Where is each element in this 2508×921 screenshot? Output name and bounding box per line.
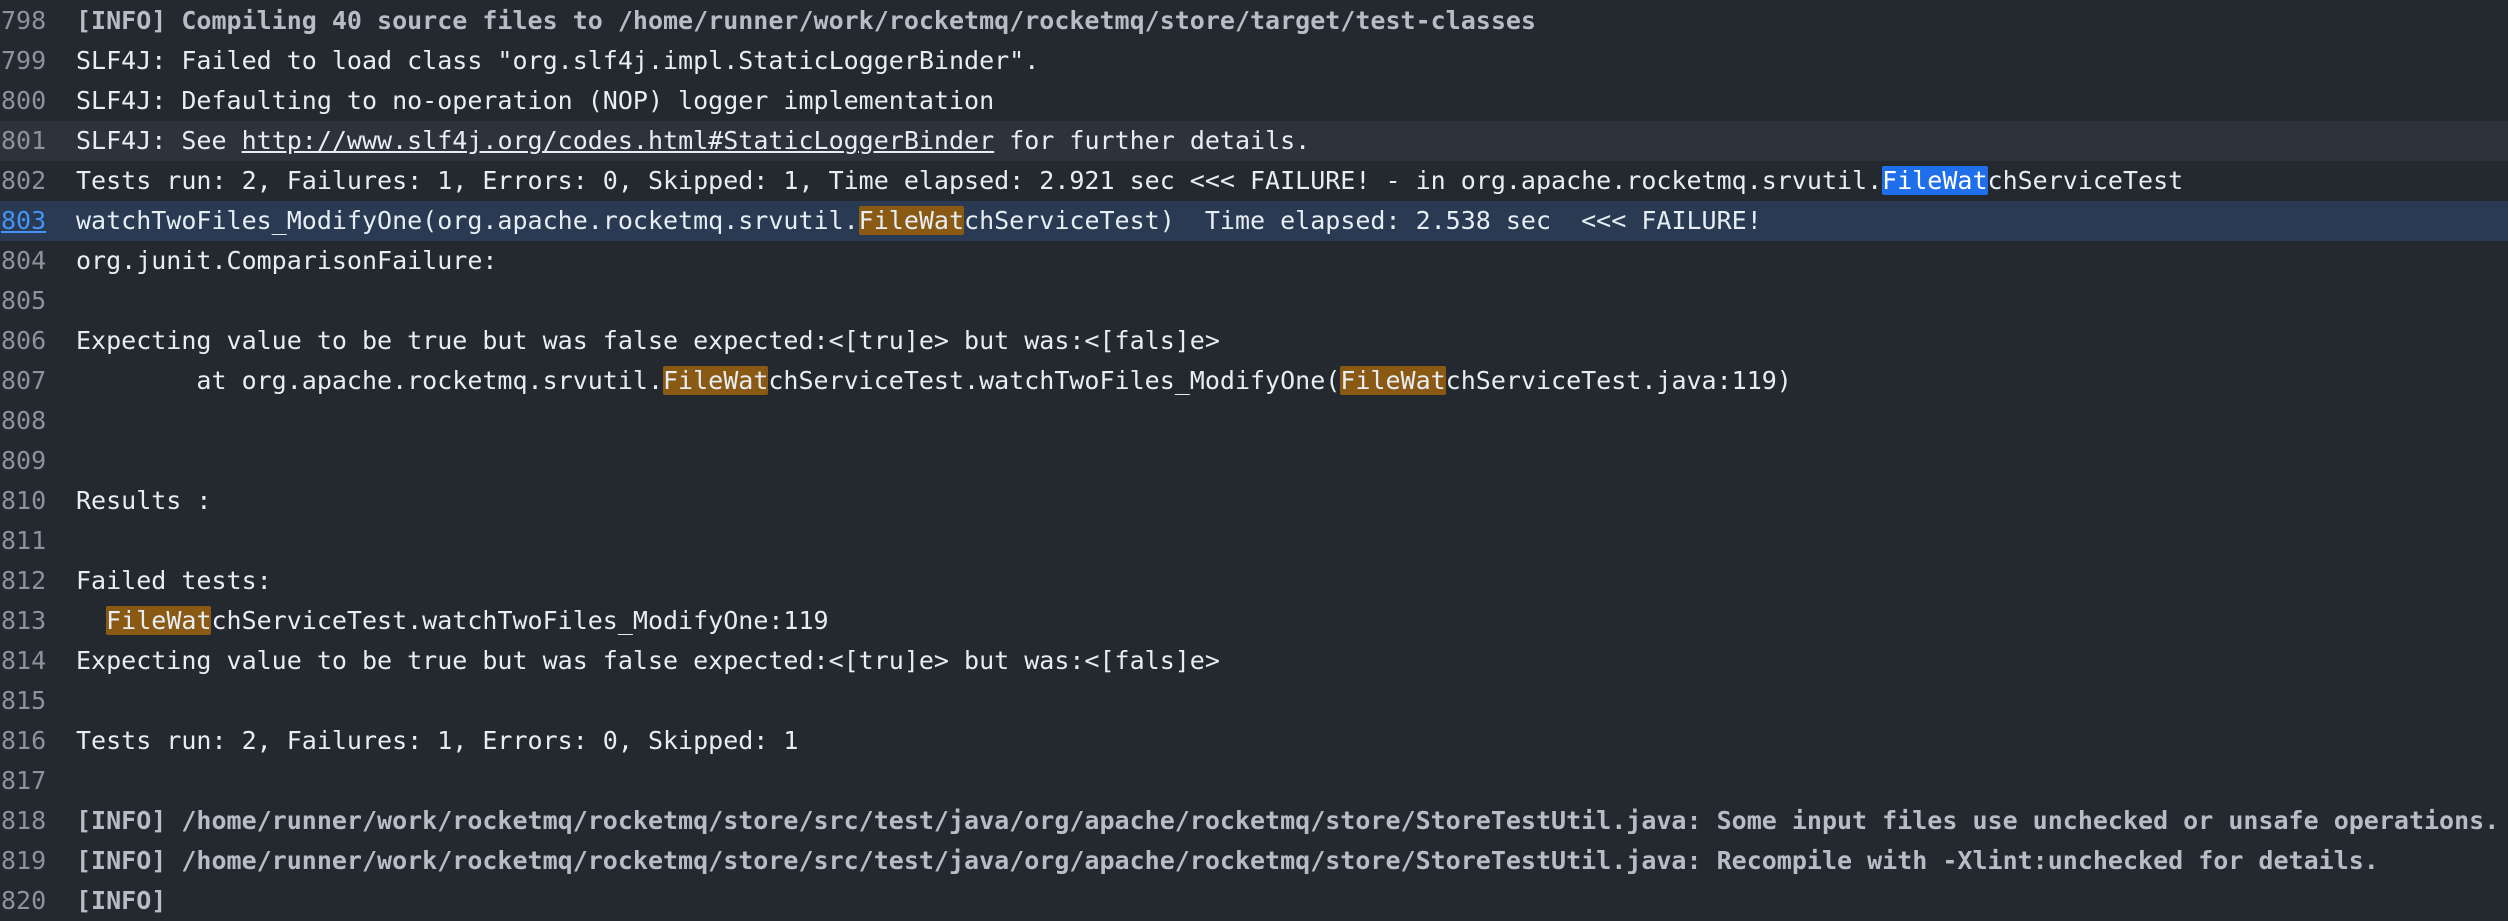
- log-line[interactable]: 817: [0, 761, 2508, 801]
- log-line[interactable]: 809: [0, 441, 2508, 481]
- log-line[interactable]: 802 Tests run: 2, Failures: 1, Errors: 0,…: [0, 161, 2508, 201]
- log-line-text: Results :: [76, 481, 2508, 521]
- log-line[interactable]: 799 SLF4J: Failed to load class "org.slf4…: [0, 41, 2508, 81]
- log-line[interactable]: 811: [0, 521, 2508, 561]
- line-number-link[interactable]: 809: [0, 441, 47, 481]
- log-line-text: SLF4J: See http://www.slf4j.org/codes.ht…: [76, 121, 2508, 161]
- log-text-segment: chServiceTest) Time elapsed: 2.538 sec <…: [964, 206, 1762, 235]
- log-line[interactable]: 814 Expecting value to be true but was fa…: [0, 641, 2508, 681]
- line-number-link[interactable]: 801: [0, 121, 47, 161]
- line-number-link[interactable]: 814: [0, 641, 47, 681]
- line-number-link[interactable]: 800: [0, 81, 47, 121]
- build-log-viewer: 798 [INFO] Compiling 40 source files to /…: [0, 1, 2508, 921]
- log-text-segment: chServiceTest.watchTwoFiles_ModifyOne(: [768, 366, 1341, 395]
- log-text-segment: Tests run: 2, Failures: 1, Errors: 0, Sk…: [76, 726, 799, 755]
- log-line[interactable]: 801 SLF4J: See http://www.slf4j.org/codes…: [0, 121, 2508, 161]
- log-text-segment: [76, 606, 106, 635]
- log-line-text: [INFO] /home/runner/work/rocketmq/rocket…: [76, 801, 2508, 841]
- log-line-text: watchTwoFiles_ModifyOne(org.apache.rocke…: [76, 201, 2508, 241]
- line-number-link[interactable]: 808: [0, 401, 47, 441]
- log-line[interactable]: 800 SLF4J: Defaulting to no-operation (NO…: [0, 81, 2508, 121]
- search-match: FileWat: [1340, 366, 1446, 395]
- log-line[interactable]: 806 Expecting value to be true but was fa…: [0, 321, 2508, 361]
- line-number-link[interactable]: 804: [0, 241, 47, 281]
- log-line-text: Tests run: 2, Failures: 1, Errors: 0, Sk…: [76, 161, 2508, 201]
- log-line[interactable]: 803 watchTwoFiles_ModifyOne(org.apache.ro…: [0, 201, 2508, 241]
- log-text-segment: chServiceTest.java:119): [1445, 366, 1792, 395]
- log-text-segment: SLF4J: Failed to load class "org.slf4j.i…: [76, 46, 1040, 75]
- current-search-match: FileWat: [1882, 166, 1988, 195]
- line-number-link[interactable]: 798: [0, 1, 47, 41]
- log-line-text: Expecting value to be true but was false…: [76, 641, 2508, 681]
- log-line-text: Expecting value to be true but was false…: [76, 321, 2508, 361]
- line-number-link[interactable]: 812: [0, 561, 47, 601]
- line-number-link[interactable]: 799: [0, 41, 47, 81]
- log-text-segment: Failed tests:: [76, 566, 272, 595]
- log-line-text: [INFO] Compiling 40 source files to /hom…: [76, 1, 2508, 41]
- log-line[interactable]: 804 org.junit.ComparisonFailure:: [0, 241, 2508, 281]
- log-text-segment: SLF4J: See: [76, 126, 242, 155]
- log-line[interactable]: 813 FileWatchServiceTest.watchTwoFiles_M…: [0, 601, 2508, 641]
- log-text-segment: [INFO] /home/runner/work/rocketmq/rocket…: [76, 806, 2500, 835]
- log-line[interactable]: 820 [INFO]: [0, 881, 2508, 921]
- log-url-link[interactable]: http://www.slf4j.org/codes.html#StaticLo…: [242, 126, 995, 155]
- log-text-segment: Tests run: 2, Failures: 1, Errors: 0, Sk…: [76, 166, 1883, 195]
- log-line-text: [INFO]: [76, 881, 2508, 921]
- log-line[interactable]: 805: [0, 281, 2508, 321]
- log-text-segment: chServiceTest: [1987, 166, 2184, 195]
- log-text-segment: for further details.: [994, 126, 1311, 155]
- log-line[interactable]: 807 at org.apache.rocketmq.srvutil.FileW…: [0, 361, 2508, 401]
- line-number-link[interactable]: 820: [0, 881, 47, 921]
- line-number-link[interactable]: 805: [0, 281, 47, 321]
- line-number-link[interactable]: 818: [0, 801, 47, 841]
- log-line[interactable]: 819 [INFO] /home/runner/work/rocketmq/roc…: [0, 841, 2508, 881]
- log-line[interactable]: 815: [0, 681, 2508, 721]
- log-line-text: [INFO] /home/runner/work/rocketmq/rocket…: [76, 841, 2508, 881]
- log-text-segment: Expecting value to be true but was false…: [76, 326, 1220, 355]
- search-match: FileWat: [106, 606, 212, 635]
- line-number-link[interactable]: 806: [0, 321, 47, 361]
- search-match: FileWat: [858, 206, 965, 235]
- log-text-segment: watchTwoFiles_ModifyOne(org.apache.rocke…: [76, 206, 859, 235]
- log-line[interactable]: 816 Tests run: 2, Failures: 1, Errors: 0,…: [0, 721, 2508, 761]
- log-line-text: Tests run: 2, Failures: 1, Errors: 0, Sk…: [76, 721, 2508, 761]
- log-line[interactable]: 808: [0, 401, 2508, 441]
- line-number-link[interactable]: 819: [0, 841, 47, 881]
- log-text-segment: Expecting value to be true but was false…: [76, 646, 1220, 675]
- log-text-segment: [INFO]: [76, 886, 167, 915]
- line-number-link[interactable]: 815: [0, 681, 47, 721]
- line-number-link[interactable]: 816: [0, 721, 47, 761]
- log-text-segment: [INFO] /home/runner/work/rocketmq/rocket…: [76, 846, 2379, 875]
- log-text-segment: at org.apache.rocketmq.srvutil.: [76, 366, 663, 395]
- log-line[interactable]: 812 Failed tests:: [0, 561, 2508, 601]
- log-text-segment: Results :: [76, 486, 212, 515]
- line-number-link[interactable]: 803: [0, 201, 47, 241]
- log-line-text: SLF4J: Defaulting to no-operation (NOP) …: [76, 81, 2508, 121]
- log-line-text: Failed tests:: [76, 561, 2508, 601]
- line-number-link[interactable]: 813: [0, 601, 47, 641]
- log-text-segment: [INFO] Compiling 40 source files to /hom…: [76, 6, 1536, 35]
- log-line-text: org.junit.ComparisonFailure:: [76, 241, 2508, 281]
- log-line-text: at org.apache.rocketmq.srvutil.FileWatch…: [76, 361, 2508, 401]
- log-line[interactable]: 818 [INFO] /home/runner/work/rocketmq/roc…: [0, 801, 2508, 841]
- line-number-link[interactable]: 817: [0, 761, 47, 801]
- log-line[interactable]: 810 Results :: [0, 481, 2508, 521]
- log-line-text: FileWatchServiceTest.watchTwoFiles_Modif…: [76, 601, 2508, 641]
- line-number-link[interactable]: 802: [0, 161, 47, 201]
- log-text-segment: chServiceTest.watchTwoFiles_ModifyOne:11…: [211, 606, 829, 635]
- search-match: FileWat: [663, 366, 769, 395]
- log-text-segment: SLF4J: Defaulting to no-operation (NOP) …: [76, 86, 995, 115]
- log-text-segment: org.junit.ComparisonFailure:: [76, 246, 498, 275]
- line-number-link[interactable]: 811: [0, 521, 47, 561]
- log-line[interactable]: 798 [INFO] Compiling 40 source files to /…: [0, 1, 2508, 41]
- line-number-link[interactable]: 810: [0, 481, 47, 521]
- log-line-text: SLF4J: Failed to load class "org.slf4j.i…: [76, 41, 2508, 81]
- line-number-link[interactable]: 807: [0, 361, 47, 401]
